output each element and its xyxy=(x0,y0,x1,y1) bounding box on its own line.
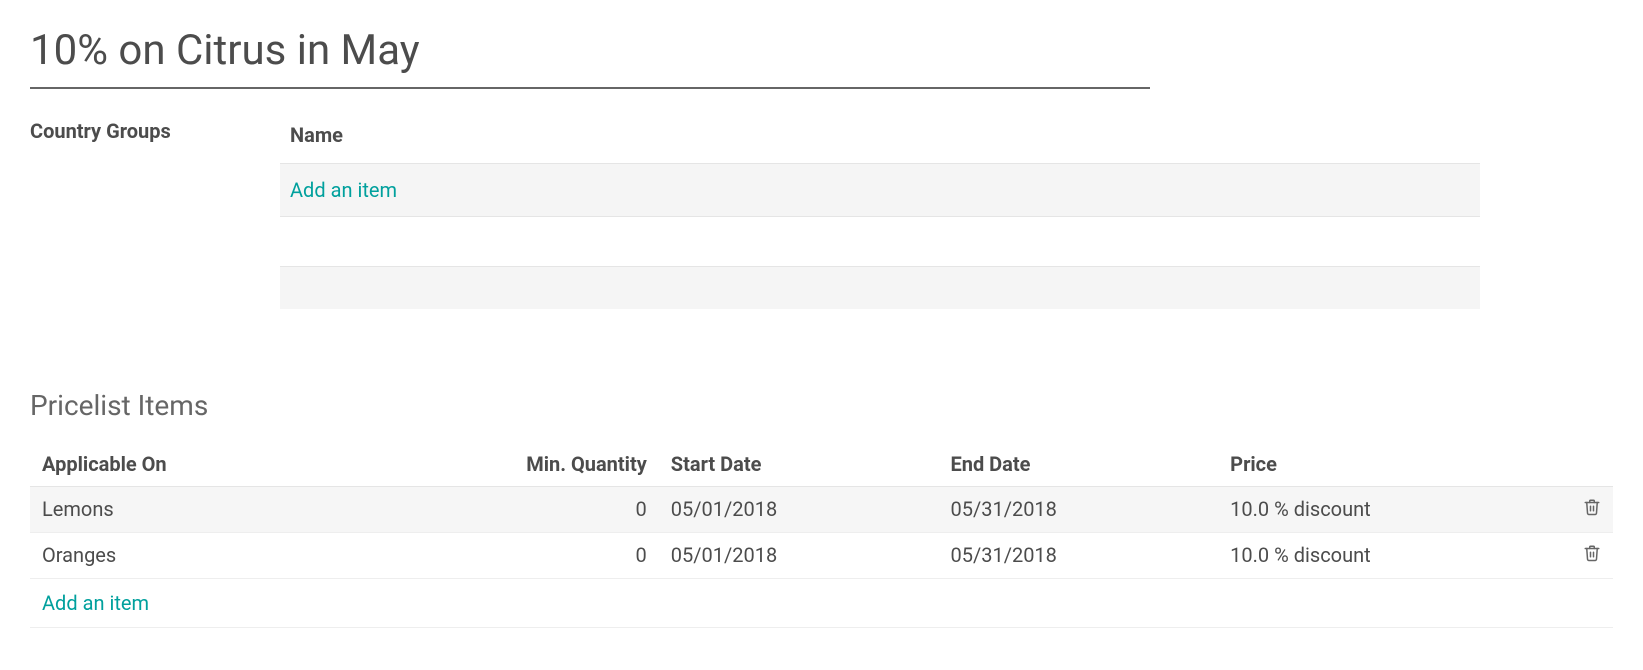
pricelist-cell-min-quantity: 0 xyxy=(349,532,659,578)
pricelist-cell-price: 10.0 % discount xyxy=(1218,532,1571,578)
pricelist-cell-applicable-on: Oranges xyxy=(30,532,349,578)
pricelist-cell-start-date: 05/01/2018 xyxy=(659,486,939,532)
page-title[interactable]: 10% on Citrus in May xyxy=(30,20,1150,89)
country-groups-add-item[interactable]: Add an item xyxy=(290,178,397,202)
country-groups-label: Country Groups xyxy=(30,117,280,309)
trash-icon[interactable] xyxy=(1583,497,1601,522)
country-groups-table: Name Add an item xyxy=(280,117,1480,309)
pricelist-items-heading: Pricelist Items xyxy=(30,389,1613,422)
pricelist-col-end-date: End Date xyxy=(938,442,1218,487)
country-groups-section: Country Groups Name Add an item xyxy=(30,117,1613,309)
pricelist-cell-end-date: 05/31/2018 xyxy=(938,486,1218,532)
pricelist-add-item[interactable]: Add an item xyxy=(42,591,149,615)
pricelist-cell-end-date: 05/31/2018 xyxy=(938,532,1218,578)
pricelist-col-price: Price xyxy=(1218,442,1571,487)
pricelist-col-applicable-on: Applicable On xyxy=(30,442,349,487)
country-groups-col-name: Name xyxy=(280,117,1480,164)
trash-icon[interactable] xyxy=(1583,543,1601,568)
pricelist-cell-min-quantity: 0 xyxy=(349,486,659,532)
pricelist-cell-start-date: 05/01/2018 xyxy=(659,532,939,578)
pricelist-row[interactable]: Oranges005/01/201805/31/201810.0 % disco… xyxy=(30,532,1613,578)
pricelist-cell-applicable-on: Lemons xyxy=(30,486,349,532)
pricelist-items-table: Applicable On Min. Quantity Start Date E… xyxy=(30,442,1613,628)
pricelist-col-min-quantity: Min. Quantity xyxy=(349,442,659,487)
pricelist-col-actions xyxy=(1571,442,1613,487)
pricelist-col-start-date: Start Date xyxy=(659,442,939,487)
pricelist-cell-price: 10.0 % discount xyxy=(1218,486,1571,532)
pricelist-row[interactable]: Lemons005/01/201805/31/201810.0 % discou… xyxy=(30,486,1613,532)
